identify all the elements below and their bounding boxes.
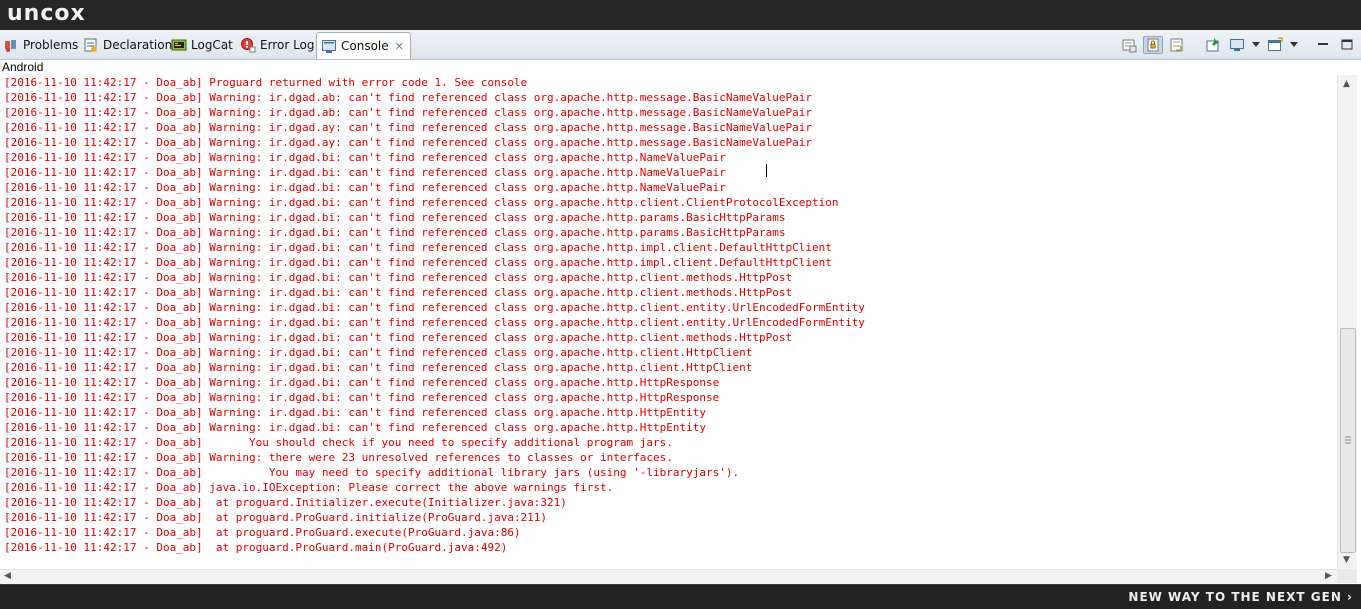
text-cursor <box>766 164 767 177</box>
top-banner: uncox <box>0 0 1361 31</box>
console-line: [2016-11-10 11:42:17 - Doa_ab] Warning: … <box>4 451 673 464</box>
scroll-right-icon[interactable]: ▶ <box>1325 571 1332 581</box>
console-line: [2016-11-10 11:42:17 - Doa_ab] Warning: … <box>4 211 786 224</box>
logcat-icon <box>171 37 187 53</box>
tab-label: Console <box>341 39 389 53</box>
vertical-scrollbar[interactable]: ▲ ▼ <box>1337 75 1357 569</box>
console-line: [2016-11-10 11:42:17 - Doa_ab] Warning: … <box>4 121 812 134</box>
console-line: [2016-11-10 11:42:17 - Doa_ab] Warning: … <box>4 226 786 239</box>
console-line: [2016-11-10 11:42:17 - Doa_ab] Warning: … <box>4 256 832 269</box>
display-console-icon[interactable] <box>1227 36 1247 54</box>
console-line: [2016-11-10 11:42:17 - Doa_ab] Warning: … <box>4 391 720 404</box>
console-line: [2016-11-10 11:42:17 - Doa_ab] Warning: … <box>4 241 832 254</box>
maximize-icon[interactable] <box>1337 36 1357 54</box>
console-line: [2016-11-10 11:42:17 - Doa_ab] Warning: … <box>4 91 812 104</box>
console-line: [2016-11-10 11:42:17 - Doa_ab] at progua… <box>4 511 548 524</box>
console-line: [2016-11-10 11:42:17 - Doa_ab] at progua… <box>4 526 521 539</box>
tab-label: Declaration <box>103 38 173 52</box>
console-name-bar: Android <box>0 60 1361 75</box>
console-name: Android <box>2 60 44 74</box>
tab-logcat[interactable]: LogCat <box>171 33 233 57</box>
console-line: [2016-11-10 11:42:17 - Doa_ab] at progua… <box>4 496 567 509</box>
console-line: [2016-11-10 11:42:17 - Doa_ab] Warning: … <box>4 181 726 194</box>
tab-problems[interactable]: Problems <box>3 33 78 57</box>
console-line: [2016-11-10 11:42:17 - Doa_ab] java.io.I… <box>4 481 614 494</box>
tagline: NEW WAY TO THE NEXT GEN › <box>1128 590 1353 604</box>
console-line: [2016-11-10 11:42:17 - Doa_ab] Warning: … <box>4 271 793 284</box>
word-wrap-icon[interactable] <box>1167 36 1187 54</box>
problems-icon <box>3 37 19 53</box>
tab-console[interactable]: Console ✕ <box>316 32 411 59</box>
open-console-icon[interactable] <box>1265 36 1285 54</box>
console-line: [2016-11-10 11:42:17 - Doa_ab] Warning: … <box>4 346 753 359</box>
console-line: [2016-11-10 11:42:17 - Doa_ab] Warning: … <box>4 196 839 209</box>
tab-error-log[interactable]: Error Log <box>240 33 315 57</box>
console-line: [2016-11-10 11:42:17 - Doa_ab] Warning: … <box>4 301 865 314</box>
tab-label: Error Log <box>260 38 315 52</box>
declaration-icon <box>83 37 99 53</box>
console-line: [2016-11-10 11:42:17 - Doa_ab] Proguard … <box>4 76 528 89</box>
tab-declaration[interactable]: Declaration <box>83 33 172 57</box>
pin-console-icon[interactable] <box>1203 36 1223 54</box>
tab-label: Problems <box>23 38 79 52</box>
close-tab-icon[interactable]: ✕ <box>395 40 404 53</box>
console-line: [2016-11-10 11:42:17 - Doa_ab] Warning: … <box>4 421 706 434</box>
console-line: [2016-11-10 11:42:17 - Doa_ab] Warning: … <box>4 331 793 344</box>
console-line: [2016-11-10 11:42:17 - Doa_ab] Warning: … <box>4 286 793 299</box>
scroll-left-icon[interactable]: ◀ <box>4 571 11 581</box>
console-line: [2016-11-10 11:42:17 - Doa_ab] at progua… <box>4 541 508 554</box>
horizontal-scrollbar[interactable]: ◀ ▶ <box>0 569 1337 584</box>
console-line: [2016-11-10 11:42:17 - Doa_ab] Warning: … <box>4 106 812 119</box>
scroll-corner <box>1337 569 1357 583</box>
console-line: [2016-11-10 11:42:17 - Doa_ab] Warning: … <box>4 406 706 419</box>
scroll-down-icon[interactable]: ▼ <box>1343 555 1350 565</box>
console-output[interactable]: [2016-11-10 11:42:17 - Doa_ab] Proguard … <box>0 75 1337 569</box>
console-line: [2016-11-10 11:42:17 - Doa_ab] Warning: … <box>4 136 812 149</box>
bottom-banner: NEW WAY TO THE NEXT GEN › <box>0 584 1361 609</box>
error-log-icon <box>240 37 256 53</box>
console-line: [2016-11-10 11:42:17 - Doa_ab] Warning: … <box>4 316 865 329</box>
chevron-down-icon[interactable] <box>1289 36 1299 54</box>
console-toolbar <box>1119 35 1357 55</box>
console-line: [2016-11-10 11:42:17 - Doa_ab] Warning: … <box>4 151 726 164</box>
vertical-scroll-thumb[interactable] <box>1340 328 1356 553</box>
console-line: [2016-11-10 11:42:17 - Doa_ab] You may n… <box>4 466 740 479</box>
console-line: [2016-11-10 11:42:17 - Doa_ab] Warning: … <box>4 361 753 374</box>
console-line: [2016-11-10 11:42:17 - Doa_ab] Warning: … <box>4 376 720 389</box>
console-line: [2016-11-10 11:42:17 - Doa_ab] Warning: … <box>4 166 726 179</box>
brand-logo: uncox <box>7 1 86 26</box>
tab-label: LogCat <box>191 38 233 52</box>
scroll-lock-icon[interactable] <box>1143 36 1163 54</box>
console-icon <box>321 38 337 54</box>
view-tab-bar: Problems Declaration LogCat Error Log Co… <box>0 30 1361 60</box>
console-line: [2016-11-10 11:42:17 - Doa_ab] You shoul… <box>4 436 673 449</box>
chevron-down-icon[interactable] <box>1251 36 1261 54</box>
clear-console-icon[interactable] <box>1119 36 1139 54</box>
minimize-icon[interactable] <box>1313 36 1333 54</box>
scroll-up-icon[interactable]: ▲ <box>1343 79 1350 89</box>
